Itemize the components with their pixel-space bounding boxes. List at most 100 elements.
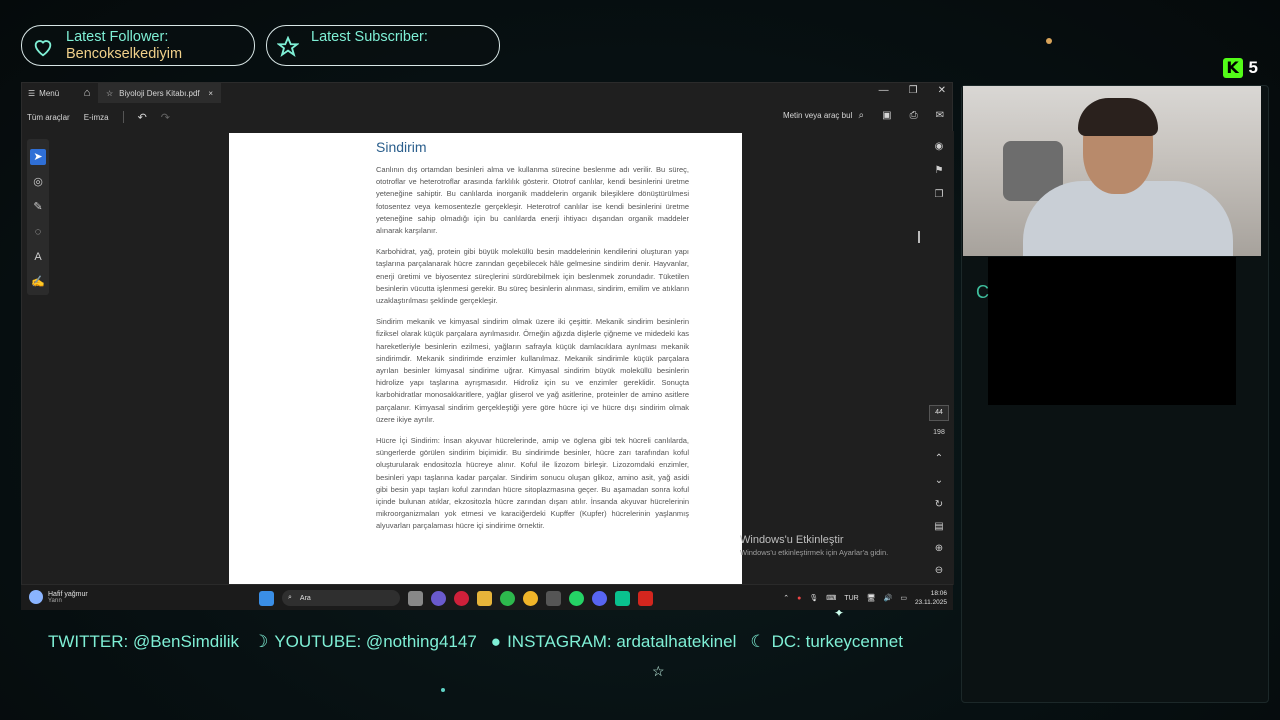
search-placeholder: Ara — [299, 594, 311, 602]
star-icon: ☆ — [106, 88, 114, 98]
page-number-field[interactable]: 44 — [929, 405, 949, 421]
menu-button[interactable]: ☰ Menü — [28, 89, 76, 98]
weather-widget[interactable]: Hafif yağmur Yarın — [29, 590, 88, 604]
minimize-button[interactable]: — — [879, 85, 889, 96]
chevron-up-icon[interactable]: ⌃ — [783, 594, 789, 602]
taskbar-search[interactable]: ⌕ Ara — [282, 590, 400, 606]
paragraph: Canlının dış ortamdan besinleri alma ve … — [376, 165, 689, 236]
network-icon[interactable]: 🖥 — [867, 594, 876, 602]
decor-dot — [1046, 38, 1052, 44]
kick-logo-icon: K — [1222, 58, 1243, 78]
pen-tool-icon[interactable] — [546, 590, 561, 606]
left-toolbar: ➤ ◎ ✎ ◌ A ✍ — [27, 139, 49, 295]
star-icon — [277, 36, 299, 58]
clock-time: 18:06 — [930, 590, 947, 597]
sparkle-icon: ☆ — [652, 663, 665, 679]
hamburger-icon: ☰ — [28, 88, 36, 98]
social-links-bar: TWITTER: @BenSimdilik ☽ YOUTUBE: @nothin… — [48, 632, 917, 652]
webcam-feed — [963, 86, 1261, 256]
close-button[interactable]: ✕ — [938, 85, 946, 96]
page-heading: Sindirim — [376, 139, 427, 155]
scrollbar-thumb[interactable] — [918, 231, 920, 243]
comment-icon[interactable]: ◎ — [30, 174, 46, 190]
app-icon[interactable] — [431, 590, 446, 606]
select-cursor-icon[interactable]: ➤ — [30, 149, 46, 165]
right-toolbar: ◉ ⚑ ❐ 44 198 ⌃ ⌄ ↻ ▤ ⊕ ⊖ — [918, 131, 954, 585]
viewer-count: 5 — [1248, 58, 1258, 77]
twitter-handle: TWITTER: @BenSimdilik — [48, 632, 240, 651]
document-area: ➤ ◎ ✎ ◌ A ✍ Sindirim Canlının dış ortamd… — [22, 131, 954, 585]
kick-viewer-badge: K 5 — [1222, 58, 1258, 78]
tab-close-button[interactable]: × — [208, 89, 213, 98]
youtube-handle: YOUTUBE: @nothing4147 — [274, 632, 477, 651]
acrobat-icon[interactable] — [638, 590, 653, 606]
whatsapp-icon[interactable] — [569, 590, 584, 606]
bookmark-icon[interactable]: ⚑ — [932, 165, 946, 179]
weather-label: Hafif yağmur — [48, 590, 88, 598]
refresh-icon[interactable]: ↻ — [932, 499, 946, 513]
page-content: Sindirim Canlının dış ortamdan besinleri… — [376, 139, 689, 542]
home-icon[interactable]: ⌂ — [76, 87, 98, 99]
microphone-icon[interactable]: 🎙 — [809, 594, 818, 602]
all-tools-button[interactable]: Tüm araçlar — [27, 113, 70, 122]
windows-activation-watermark: Windows'u Etkinleştir Windows'u etkinleş… — [740, 534, 888, 557]
signature-icon[interactable]: ✍ — [30, 274, 46, 290]
rain-cloud-icon — [29, 590, 43, 604]
line-icon[interactable] — [500, 590, 515, 606]
activation-subtitle: Windows'u etkinleştirmek için Ayarlar'a … — [740, 548, 889, 557]
esign-button[interactable]: E-imza — [84, 113, 109, 122]
follower-label: Latest Follower: — [66, 29, 169, 45]
undo-icon[interactable]: ↶ — [138, 111, 147, 124]
panel-letter: C — [976, 282, 989, 302]
chevron-down-icon[interactable]: ⌄ — [932, 475, 946, 489]
print-icon[interactable]: ⎙ — [910, 110, 918, 121]
clock-date: 23.11.2025 — [914, 599, 947, 606]
latest-follower-alert: Latest Follower: Bencokselkediyim — [21, 25, 255, 66]
discord-icon[interactable] — [592, 590, 607, 606]
highlight-pen-icon[interactable]: ✎ — [30, 199, 46, 215]
window-controls: — ❐ ✕ — [879, 85, 946, 96]
pdf-page[interactable]: Sindirim Canlının dış ortamdan besinleri… — [229, 133, 742, 585]
redo-icon[interactable]: ↷ — [161, 111, 170, 124]
paragraph: Hücre İçi Sindirim: İnsan akyuvar hücrel… — [376, 436, 689, 531]
zoom-in-icon[interactable]: ⊕ — [932, 543, 946, 557]
battery-icon[interactable]: ▭ — [900, 594, 907, 602]
lasso-icon[interactable]: ◌ — [30, 224, 46, 240]
chrome-icon[interactable] — [523, 590, 538, 606]
stream-overlay: Latest Follower: Bencokselkediyim Latest… — [0, 0, 1280, 720]
search-icon: ⌕ — [288, 594, 292, 601]
email-icon[interactable]: ✉ — [936, 110, 944, 121]
task-view-icon[interactable] — [408, 590, 423, 606]
maximize-button[interactable]: ❐ — [909, 85, 918, 96]
ai-assistant-icon[interactable]: ◉ — [932, 141, 946, 155]
latest-subscriber-alert: Latest Subscriber: — [266, 25, 500, 66]
discord-handle: DC: turkeycennet — [771, 632, 903, 651]
chat-panel-blank — [988, 257, 1236, 405]
language-indicator[interactable]: TUR — [844, 595, 858, 602]
start-button-icon[interactable] — [259, 590, 274, 606]
find-tool-button[interactable]: Metin veya araç bul ⌕ — [783, 110, 864, 121]
keyboard-icon[interactable]: ⌨ — [826, 594, 836, 602]
title-bar: ☰ Menü ⌂ ☆ Biyoloji Ders Kitabı.pdf × — … — [22, 83, 952, 103]
text-box-icon[interactable]: A — [30, 249, 46, 265]
follower-name: Bencokselkediyim — [66, 46, 183, 62]
decor-dot — [441, 688, 445, 692]
subscriber-label: Latest Subscriber: — [311, 29, 428, 45]
page-view-icon[interactable]: ▤ — [932, 521, 946, 535]
pages-icon[interactable]: ❐ — [932, 189, 946, 203]
opera-icon[interactable] — [454, 590, 469, 606]
chevron-up-icon[interactable]: ⌃ — [932, 453, 946, 467]
zoom-out-icon[interactable]: ⊖ — [932, 565, 946, 579]
clock[interactable]: 18:06 23.11.2025 — [915, 589, 947, 607]
activation-title: Windows'u Etkinleştir — [740, 534, 844, 546]
total-pages: 198 — [933, 429, 945, 436]
save-icon[interactable]: ▣ — [882, 110, 891, 121]
tray-app-icon[interactable]: ● — [797, 595, 801, 602]
file-explorer-icon[interactable] — [477, 590, 492, 606]
toolbar: Tüm araçlar E-imza ↶ ↷ Metin veya araç b… — [22, 103, 952, 131]
app-icon[interactable] — [615, 590, 630, 606]
volume-icon[interactable]: 🔊 — [884, 594, 893, 602]
taskbar-apps: ⌕ Ara — [259, 590, 653, 606]
paragraph: Karbohidrat, yağ, protein gibi büyük mol… — [376, 247, 689, 306]
tab-pdf[interactable]: ☆ Biyoloji Ders Kitabı.pdf × — [98, 83, 221, 103]
